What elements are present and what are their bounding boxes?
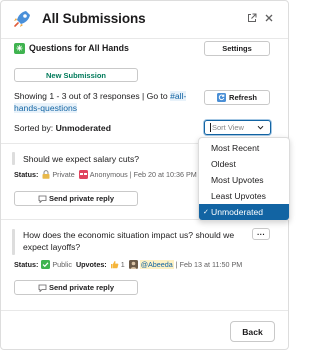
submission-date: Feb 20 at 10:36 PM: [133, 170, 197, 179]
checkmark-icon: ✓: [203, 209, 209, 216]
sorted-by-line: Sorted by: Unmoderated: [14, 122, 111, 134]
sort-option-oldest[interactable]: Oldest: [199, 156, 289, 172]
send-private-reply-button[interactable]: Send private reply: [14, 191, 138, 206]
user-avatar-icon: [128, 260, 138, 269]
option-label: Most Upvotes: [211, 175, 264, 185]
option-label: Most Recent: [211, 143, 260, 153]
speech-bubble-icon: [38, 194, 47, 203]
text-cursor: [210, 123, 211, 132]
sort-view-placeholder: Sort View: [212, 123, 244, 132]
submission-question-line2: expect layoffs?: [23, 242, 81, 252]
quote-bar: [12, 229, 15, 255]
send-private-reply-label: Send private reply: [48, 283, 115, 292]
submission-author: Anonymous: [89, 170, 128, 179]
submission-status-line: Status: Public Upvotes: 1 @Abeeda | Feb …: [14, 260, 243, 269]
responses-summary-text: Showing 1 - 3 out of 3 responses | Go to: [14, 91, 171, 101]
send-private-reply-button[interactable]: Send private reply: [14, 280, 138, 295]
sort-option-most-recent[interactable]: Most Recent: [199, 140, 289, 156]
sorted-by-label: Sorted by:: [14, 123, 54, 133]
section-title: Questions for All Hands: [29, 43, 129, 53]
submission-question: Should we expect salary cuts?: [23, 154, 140, 164]
anonymous-avatar-icon: [78, 170, 88, 179]
modal-header: All Submissions: [1, 1, 288, 39]
thumbs-up-icon: [110, 260, 119, 269]
status-label: Status:: [14, 170, 39, 179]
upvotes-count: 1: [120, 260, 125, 269]
submission-question-line1: How does the economic situation impact u…: [23, 230, 235, 240]
more-actions-button[interactable]: ···: [252, 228, 270, 240]
footer-divider: [1, 310, 288, 311]
option-label: Oldest: [211, 159, 236, 169]
back-button[interactable]: Back: [230, 321, 275, 342]
upvotes-label: Upvotes:: [75, 260, 107, 269]
modal-title: All Submissions: [42, 11, 146, 26]
channel-link-continued[interactable]: hands-questions: [14, 103, 78, 113]
refresh-icon: [217, 93, 227, 102]
option-label: Unmoderated: [211, 207, 264, 217]
sparkle-emoji-icon: ✳: [14, 43, 25, 54]
refresh-button[interactable]: Refresh: [204, 90, 270, 105]
channel-link[interactable]: #all-: [170, 91, 187, 101]
speech-bubble-icon: [38, 283, 47, 292]
author-mention[interactable]: @Abeeda: [139, 260, 174, 269]
status-value: Public: [52, 260, 72, 269]
sort-option-least-upvotes[interactable]: Least Upvotes: [199, 188, 289, 204]
new-submission-button[interactable]: New Submission: [14, 68, 138, 82]
send-private-reply-label: Send private reply: [48, 194, 115, 203]
option-label: Least Upvotes: [211, 191, 266, 201]
popout-icon[interactable]: [245, 11, 259, 25]
sort-view-dropdown: Most Recent Oldest Most Upvotes Least Up…: [198, 137, 290, 221]
submission-status-line: Status: Private Anonymous | Feb 20 at 10…: [14, 170, 197, 179]
chevron-down-icon: [257, 124, 264, 133]
submission-question: How does the economic situation impact u…: [23, 229, 248, 253]
all-submissions-modal: All Submissions ✳ Questions for All Hand…: [0, 0, 290, 350]
sorted-by-value: Unmoderated: [55, 123, 111, 133]
lock-icon: [41, 170, 50, 179]
settings-button[interactable]: Settings: [204, 41, 270, 56]
sort-option-most-upvotes[interactable]: Most Upvotes: [199, 172, 289, 188]
sort-view-select[interactable]: Sort View: [204, 120, 271, 135]
check-mark-icon: [41, 260, 51, 269]
responses-summary: Showing 1 - 3 out of 3 responses | Go to…: [14, 90, 199, 114]
status-value: Private: [52, 170, 75, 179]
submission-date: Feb 13 at 11:50 PM: [179, 260, 243, 269]
refresh-label: Refresh: [229, 93, 257, 102]
close-icon[interactable]: [262, 11, 276, 25]
sort-option-unmoderated[interactable]: ✓ Unmoderated: [199, 204, 289, 220]
quote-bar: [12, 152, 15, 165]
status-label: Status:: [14, 260, 39, 269]
rocket-app-icon: [14, 11, 30, 27]
